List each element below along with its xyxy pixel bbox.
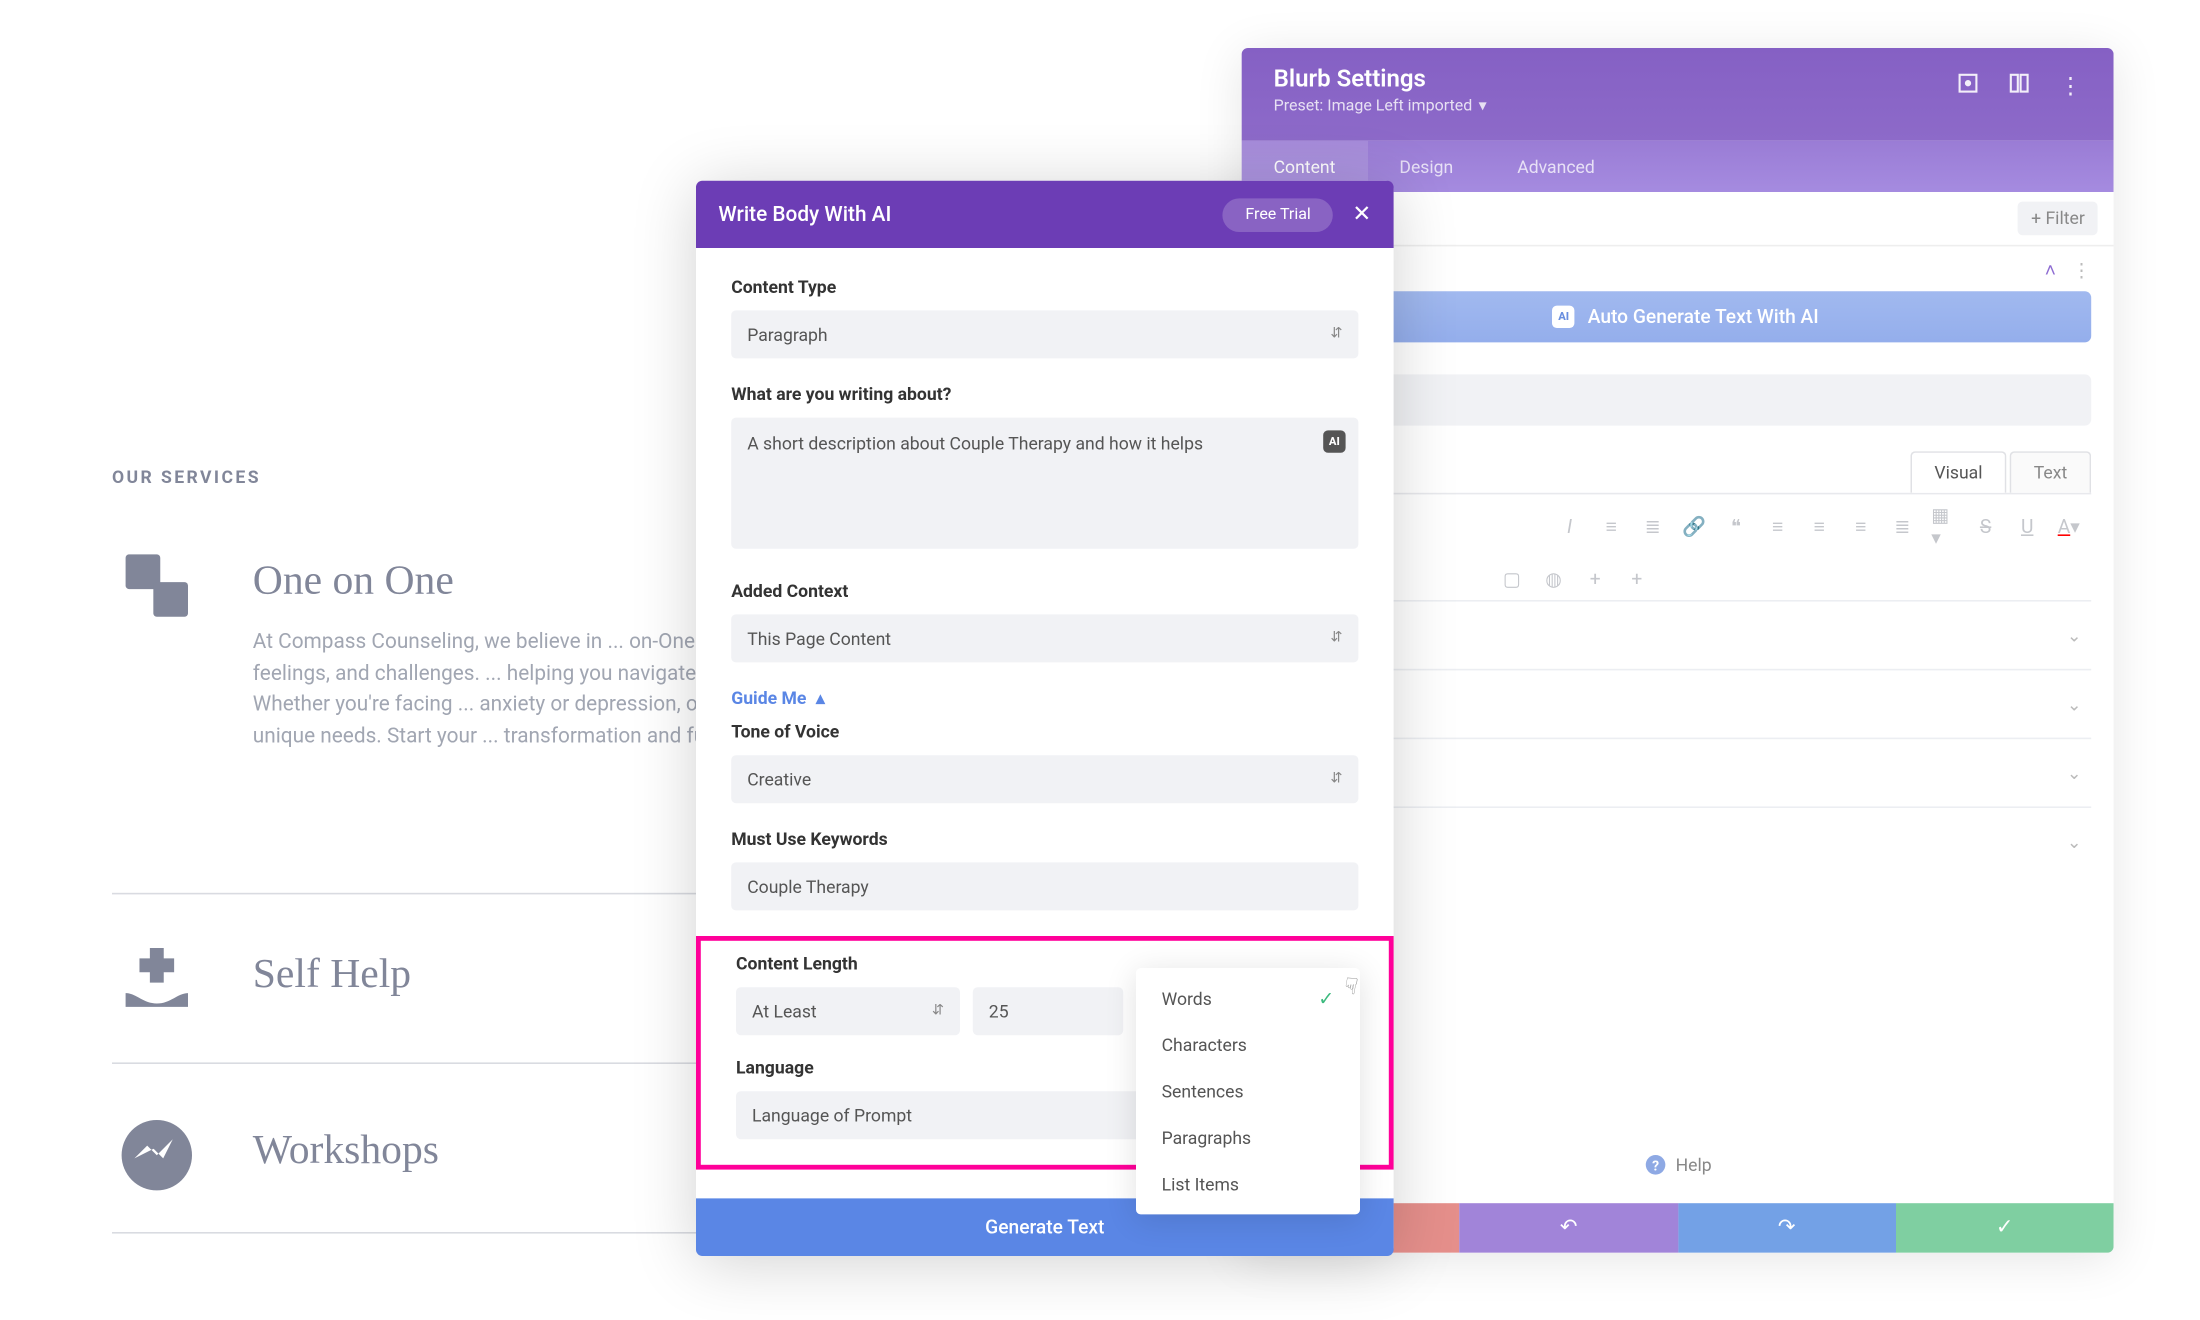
redo-button[interactable]: ↷ [1678,1203,1896,1253]
keywords-input[interactable] [731,862,1358,910]
align-justify-icon[interactable]: ≣ [1890,515,1916,537]
chevron-down-icon: ⌄ [2067,625,2082,646]
unit-option-paragraphs[interactable]: Paragraphs [1136,1115,1360,1161]
windows-icon [112,541,202,631]
check-icon: ✓ [1318,987,1334,1009]
quote-icon[interactable]: ❝ [1723,515,1749,537]
added-context-select[interactable]: This Page Content [731,614,1358,662]
ai-badge-icon[interactable]: AI [1323,430,1345,452]
section-row[interactable]: .⌄ [1280,600,2091,669]
auto-generate-ai-button[interactable]: AI Auto Generate Text With AI [1280,291,2091,342]
align-left-icon[interactable]: ≡ [1765,515,1791,537]
added-context-label: Added Context [731,581,1358,602]
close-icon[interactable]: ✕ [1352,202,1371,228]
align-center-icon[interactable]: ≡ [1806,515,1832,537]
section-more-icon[interactable]: ⋮ [2072,259,2091,281]
undo-button[interactable]: ↶ [1460,1203,1678,1253]
ai-badge-icon: AI [1553,306,1575,328]
chevron-down-icon: ⌄ [2067,694,2082,715]
undo-icon: ↶ [1560,1216,1577,1240]
rich-text-toolbar: I ≡ ≣ 🔗 ❝ ≡ ≡ ≡ ≣ ▦ ▾ S U A ▾ [1280,493,2091,559]
section-row[interactable]: d⌄ [1280,738,2091,807]
target-icon[interactable] [1957,72,1979,101]
length-unit-dropdown: Words✓ Characters Sentences Paragraphs L… [1136,968,1360,1214]
list-ul-icon[interactable]: ≡ [1598,515,1624,537]
messenger-icon [112,1110,202,1200]
link-icon[interactable]: 🔗 [1682,515,1708,537]
editor-tab-visual[interactable]: Visual [1910,451,2006,493]
rich-text-toolbar-row2: ▢ ◍ + + [1280,558,2091,600]
panel-header: Blurb Settings Preset: Image Left import… [1242,48,2114,141]
free-trial-badge[interactable]: Free Trial [1223,198,1333,232]
italic-icon[interactable]: I [1557,515,1583,537]
table-icon[interactable]: ▦ ▾ [1931,504,1957,549]
svg-text:?: ? [1651,1158,1658,1174]
chevron-up-icon: ▴ [816,688,825,709]
image-icon[interactable]: ▢ [1499,568,1525,590]
strikethrough-icon[interactable]: S [1973,515,1999,537]
media-icon[interactable]: ◍ [1541,568,1567,590]
chevron-down-icon: ⌄ [2067,831,2082,852]
length-mode-select[interactable]: At Least [736,987,960,1035]
writing-about-textarea[interactable]: A short description about Couple Therapy… [731,418,1358,549]
chevron-down-icon: ⌄ [2067,762,2082,783]
tab-advanced[interactable]: Advanced [1485,141,1627,192]
section-row[interactable]: .⌄ [1280,669,2091,738]
ai-panel-title: Write Body With AI [718,202,891,226]
align-right-icon[interactable]: ≡ [1848,515,1874,537]
more-icon[interactable]: ⋮ [2059,74,2081,100]
underline-icon[interactable]: U [2014,515,2040,537]
hands-plus-icon [112,934,202,1024]
confirm-button[interactable]: ✓ [1896,1203,2114,1253]
title-input[interactable]: y [1280,374,2091,425]
keywords-label: Must Use Keywords [731,829,1358,850]
ai-panel-header: Write Body With AI Free Trial ✕ [696,181,1394,248]
section-heading: OUR SERVICES [112,467,261,488]
tone-label: Tone of Voice [731,722,1358,743]
writing-about-label: What are you writing about? [731,384,1358,405]
section-row[interactable]: el⌄ [1280,806,2091,875]
guide-me-toggle[interactable]: Guide Me▴ [731,688,1358,709]
unit-option-characters[interactable]: Characters [1136,1022,1360,1068]
preset-dropdown[interactable]: Preset: Image Left imported▾ [1274,98,1487,116]
tone-select[interactable]: Creative [731,755,1358,803]
panel-title: Blurb Settings [1274,64,1487,93]
plus-icon[interactable]: + [1582,568,1608,590]
text-color-icon[interactable]: A ▾ [2056,515,2082,537]
redo-icon: ↷ [1778,1216,1795,1240]
editor-tab-text[interactable]: Text [2010,451,2091,493]
plus-icon-2[interactable]: + [1624,568,1650,590]
write-body-ai-panel: Write Body With AI Free Trial ✕ Content … [696,181,1394,1256]
list-ol-icon[interactable]: ≣ [1640,515,1666,537]
layout-icon[interactable] [2008,72,2030,101]
length-value-input[interactable] [973,987,1123,1035]
unit-option-sentences[interactable]: Sentences [1136,1069,1360,1115]
content-length-highlight: Content Length At Least Words✓ Character… [696,936,1394,1170]
unit-option-list-items[interactable]: List Items [1136,1162,1360,1208]
filter-button[interactable]: + Filter [2018,202,2097,236]
check-icon: ✓ [1996,1216,2013,1240]
collapse-chevron-icon[interactable]: ˄ [2045,259,2056,281]
content-type-label: Content Type [731,277,1358,298]
content-type-select[interactable]: Paragraph [731,310,1358,358]
unit-option-words[interactable]: Words✓ [1136,974,1360,1022]
help-link[interactable]: ? Help [1644,1154,1712,1176]
